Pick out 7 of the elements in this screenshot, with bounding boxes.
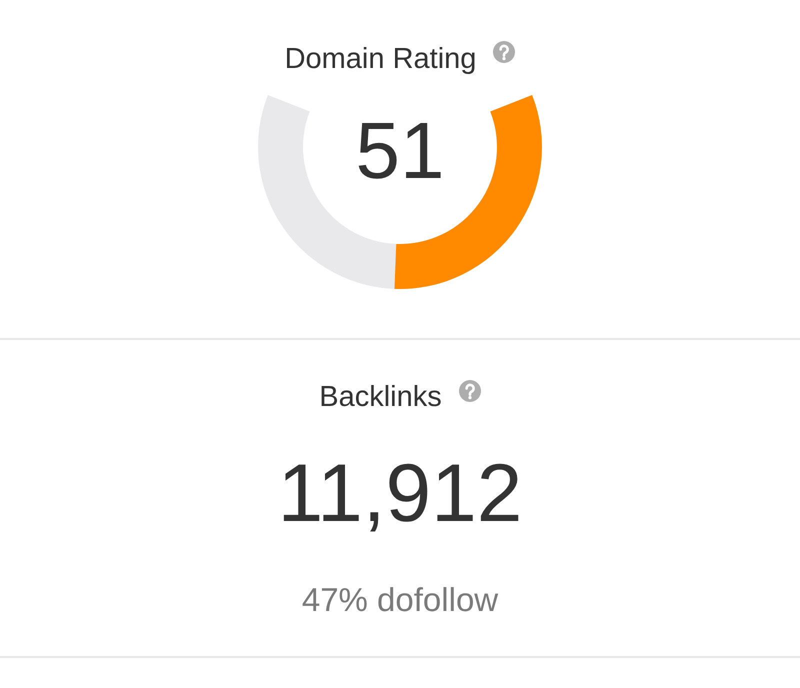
domain-rating-value: 51 — [356, 111, 444, 191]
metric-label: Backlinks — [319, 381, 442, 413]
help-icon[interactable] — [458, 380, 481, 402]
help-icon[interactable] — [493, 41, 516, 63]
dofollow-share: 47% dofollow — [302, 580, 498, 620]
metric-label: Domain Rating — [284, 42, 476, 76]
backlinks-count: 11,912 — [278, 453, 522, 535]
